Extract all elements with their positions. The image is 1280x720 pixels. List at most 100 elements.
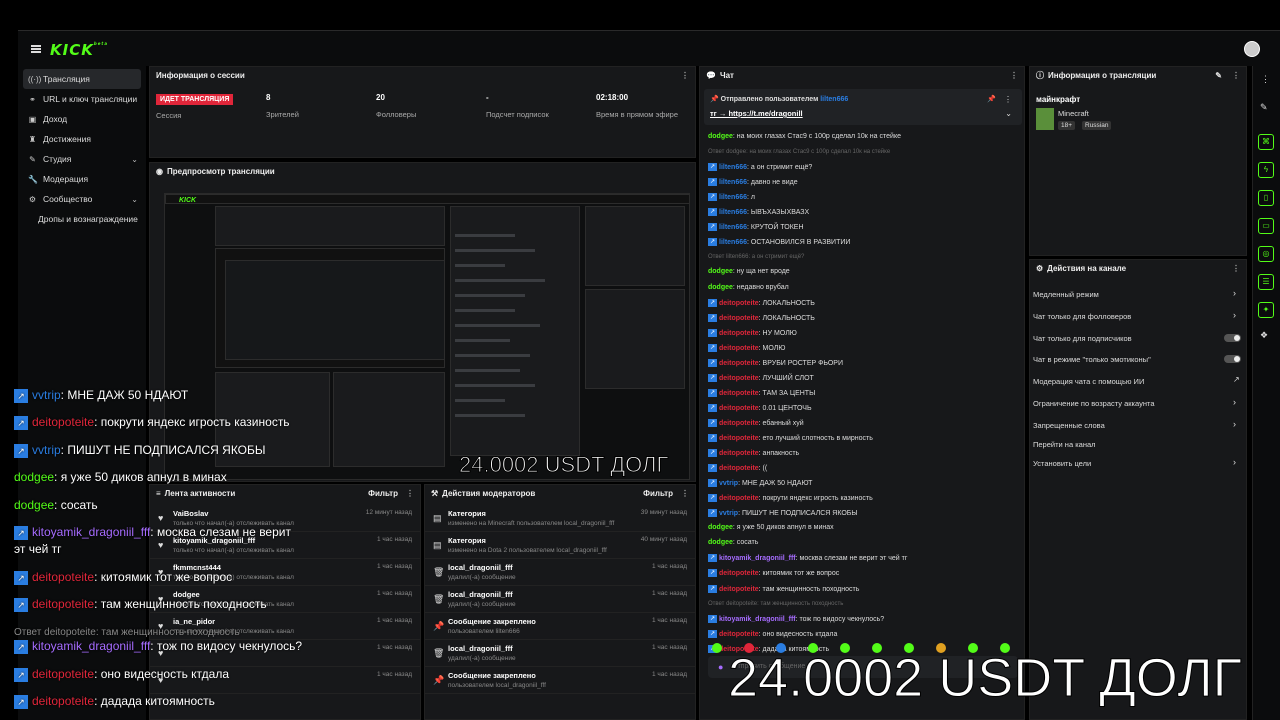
chat-username[interactable]: kitoyamik_dragoniil_fff [719,555,796,562]
chat-username[interactable]: lilten666 [719,179,747,186]
pinned-text[interactable]: тг → https://t.me/dragonill [710,109,803,118]
emote-icon[interactable] [744,643,754,653]
chat-message[interactable]: ↗ lilten666: а он стримит ещё? [708,163,812,172]
chat-username[interactable]: deitopoteite [719,585,759,592]
chat-message[interactable]: ↗ deitopoteite: ебанный хуй [708,418,804,427]
action-ai-moderation[interactable]: Модерация чата с помощью ИИ [1033,377,1144,386]
chat-message[interactable]: ↗ vvtrip: МНЕ ДАЖ 50 НДАЮТ [708,479,812,488]
chat-username[interactable]: dodgee [708,284,733,291]
chat-message[interactable]: ↗ deitopoteite: (( [708,464,767,473]
stats-widget-icon[interactable]: ⌘ [1258,134,1274,150]
sidebar-item-broadcast[interactable]: ((·)) Трансляция [23,69,141,89]
chat-message[interactable]: dodgee: я уже 50 диков апнул в минах [708,524,834,531]
chat-message[interactable]: ↗ deitopoteite: там женщинность походност… [708,584,859,593]
pinned-message[interactable]: 📌 Отправлено пользователем lilten666 тг … [704,89,1022,125]
chat-message[interactable]: dodgee: ну ща нет вроде [708,268,790,275]
chat-message[interactable]: ↗ deitopoteite: МОЛЮ [708,343,785,352]
kick-logo[interactable]: KICKbeta [50,41,108,59]
sidebar-item-achievements[interactable]: ♜ Достижения [18,129,146,149]
chat-username[interactable]: deitopoteite [719,450,759,457]
chat-username[interactable]: deitopoteite [719,299,759,306]
chat-message[interactable]: ↗ deitopoteite: ЛОКАЛЬНОСТЬ [708,298,815,307]
chat-username[interactable]: dodgee [708,133,733,140]
more-icon[interactable]: ⋮ [1232,264,1240,273]
chat-message[interactable]: ↗ lilten666: давно не виде [708,178,798,187]
chat-username[interactable]: deitopoteite [719,570,759,577]
emote-icon[interactable] [776,643,786,653]
chat-message[interactable]: dodgee: сосать [708,539,758,546]
action-slow-mode[interactable]: Медленный режим [1033,290,1099,299]
chevron-right-icon[interactable]: › [1233,288,1236,298]
edit-icon[interactable]: ✎ [1260,102,1268,113]
more-icon[interactable]: ⋮ [681,71,689,80]
chat-username[interactable]: lilten666 [719,194,747,201]
chat-reply-context[interactable]: Ответ lilten666: а он стримит ещё? [708,253,804,260]
action-account-age[interactable]: Ограничение по возрасту аккаунта [1033,399,1155,408]
chevron-right-icon[interactable]: › [1233,310,1236,320]
emote-icon[interactable] [936,643,946,653]
action-go-to-channel[interactable]: Перейти на канал [1033,440,1096,449]
chat-message[interactable]: ↗ vvtrip: ПИШУТ НЕ ПОДПИСАЛСЯ ЯКОБЫ [708,509,858,518]
chat-username[interactable]: deitopoteite [719,329,759,336]
chat-message[interactable]: ↗ deitopoteite: ЛОКАЛЬНОСТЬ [708,313,815,322]
chat-username[interactable]: dodgee [708,539,733,546]
category-name[interactable]: Minecraft [1058,109,1089,118]
chat-message[interactable]: ↗ deitopoteite: НУ МОЛЮ [708,328,797,337]
user-avatar[interactable] [1244,41,1260,57]
chat-widget-icon[interactable]: ▭ [1258,218,1274,234]
chat-message[interactable]: ↗ deitopoteite: ето лучший слотность в ми… [708,434,873,442]
unpin-icon[interactable]: 📌 [987,95,996,103]
chat-username[interactable]: lilten666 [719,224,747,231]
hamburger-menu-icon[interactable] [31,45,41,53]
chat-username[interactable]: deitopoteite [719,390,759,397]
chevron-right-icon[interactable]: › [1233,397,1236,407]
chat-username[interactable]: deitopoteite [719,345,759,352]
chat-username[interactable]: deitopoteite [719,420,759,427]
emote-icon[interactable] [968,643,978,653]
chat-message[interactable]: ↗ kitoyamik_dragoniil_fff: москва слезам … [708,554,907,563]
more-icon[interactable]: ⋮ [406,489,414,498]
sidebar-item-income[interactable]: ▣ Доход [18,109,146,129]
chat-message[interactable]: ↗ deitopoteite: 0.01 ЦЕНТОЧЬ [708,403,812,412]
chat-username[interactable]: deitopoteite [719,360,759,367]
subs-only-toggle[interactable] [1224,334,1241,342]
mod-filter-button[interactable]: Фильтр [643,489,673,498]
chevron-right-icon[interactable]: › [1233,457,1236,467]
chat-message[interactable]: ↗ deitopoteite: ВРУБИ РОСТЕР ФЬОРИ [708,358,843,367]
more-icon[interactable]: ⋮ [681,489,689,498]
emote-icon[interactable] [1000,643,1010,653]
stream-preview-video[interactable]: KICK 24.0002 USDT ДОЛГ [164,193,690,480]
wrench-widget-icon[interactable]: ✦ [1258,302,1274,318]
emote-icon[interactable] [904,643,914,653]
chat-message[interactable]: ↗ lilten666: л [708,193,755,202]
external-link-icon[interactable]: ↗ [1233,375,1240,384]
chat-username[interactable]: vvtrip [719,480,738,487]
chat-message[interactable]: ↗ deitopoteite: ТАМ ЗА ЦЕНТЫ [708,388,815,397]
chat-message[interactable]: ↗ deitopoteite: китоямик тот же вопрос [708,569,839,578]
chat-username[interactable]: vvtrip [719,510,738,517]
chat-message[interactable]: dodgee: на моих глазах Стас9 с 100р сдел… [708,133,901,140]
chevron-right-icon[interactable]: › [1233,419,1236,429]
sidebar-item-community[interactable]: ⚙ Сообщество ⌄ [18,189,146,209]
more-icon[interactable]: ⋮ [1261,74,1270,85]
chat-reply-context[interactable]: Ответ dodgee: на моих глазах Стас9 с 100… [708,148,890,155]
chat-message[interactable]: ↗ deitopoteite: покрути яндекс игрость ка… [708,494,873,503]
chat-username[interactable]: deitopoteite [719,435,759,442]
broadcast-widget-icon[interactable]: ◎ [1258,246,1274,262]
chat-username[interactable]: dodgee [708,524,733,531]
feed-filter-button[interactable]: Фильтр [368,489,398,498]
emotes-only-toggle[interactable] [1224,355,1241,363]
chat-username[interactable]: dodgee [708,268,733,275]
sidebar-item-drops[interactable]: Дропы и вознаграждение [18,209,146,229]
chat-username[interactable]: deitopoteite [719,495,759,502]
more-icon[interactable]: ⋮ [1004,95,1012,104]
note-widget-icon[interactable]: ▯ [1258,190,1274,206]
chat-username[interactable]: lilten666 [719,164,747,171]
chat-username[interactable]: deitopoteite [719,375,759,382]
chat-username[interactable]: deitopoteite [719,465,759,472]
sidebar-item-url-key[interactable]: ⚭ URL и ключ трансляции [18,89,146,109]
mic-icon[interactable]: ● [718,662,723,672]
chat-message[interactable]: dodgee: недавно врубал [708,284,789,291]
emote-icon[interactable] [872,643,882,653]
action-banned-words[interactable]: Запрещенные слова [1033,421,1105,430]
